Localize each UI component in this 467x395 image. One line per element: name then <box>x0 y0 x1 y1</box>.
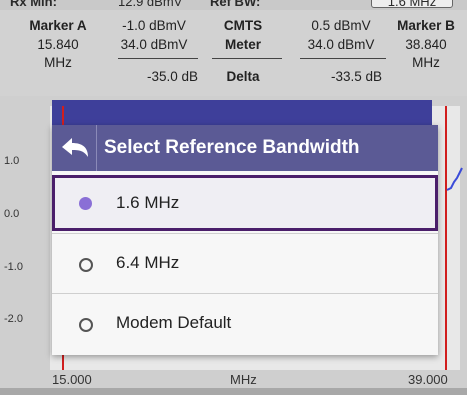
marker-a-title: Marker A <box>29 18 87 33</box>
meter-header: Meter <box>224 37 261 52</box>
divider <box>300 58 386 59</box>
reference-bandwidth-dialog: Select Reference Bandwidth 1.6 MHz 6.4 M… <box>52 125 438 355</box>
option-6-4-mhz[interactable]: 6.4 MHz <box>52 235 438 293</box>
marker-b-delta-value: -33.5 dB <box>330 69 382 84</box>
option-label: 6.4 MHz <box>116 253 180 272</box>
ref-bw-value-box[interactable]: 1.6 MHz <box>371 0 453 9</box>
bottom-toolbar[interactable] <box>0 388 467 395</box>
marker-b-freq: 38.840 <box>405 37 447 52</box>
trace-line <box>446 167 463 191</box>
marker-a-unit: MHz <box>44 55 72 70</box>
marker-b-cmts-value: 0.5 dBmV <box>311 18 371 33</box>
ref-bw-label: Ref BW: <box>210 0 261 9</box>
marker-a-freq: 15.840 <box>37 37 79 52</box>
marker-info-panel: Marker A 15.840 MHz -1.0 dBmV 34.0 dBmV … <box>0 10 467 96</box>
option-label: Modem Default <box>116 313 232 332</box>
radio-unselected-icon[interactable] <box>79 318 93 332</box>
option-modem-default[interactable]: Modem Default <box>52 295 438 353</box>
ref-bw-value: 1.6 MHz <box>387 0 437 9</box>
marker-b-line[interactable] <box>445 106 447 370</box>
divider <box>118 58 198 59</box>
delta-header: Delta <box>226 69 260 84</box>
radio-unselected-icon[interactable] <box>79 258 93 272</box>
option-1-6-mhz[interactable]: 1.6 MHz <box>52 175 438 231</box>
radio-selected-icon[interactable] <box>79 197 92 210</box>
marker-a-delta-value: -35.0 dB <box>146 69 198 84</box>
y-tick-label: 1.0 <box>4 155 20 167</box>
y-tick-label: -2.0 <box>4 313 23 325</box>
x-end-label: 39.000 <box>408 372 448 387</box>
marker-a-meter-value: 34.0 dBmV <box>120 37 188 52</box>
marker-b-meter-value: 34.0 dBmV <box>307 37 375 52</box>
dialog-title: Select Reference Bandwidth <box>104 137 360 158</box>
rx-min-value: 12.9 dBmV <box>118 0 183 9</box>
back-button[interactable] <box>52 125 97 171</box>
top-partial-row: Rx Min: 12.9 dBmV Ref BW: 1.6 MHz <box>0 0 467 10</box>
divider <box>52 293 438 294</box>
cmts-header: CMTS <box>223 18 263 33</box>
marker-b-title: Marker B <box>397 18 455 33</box>
rx-min-label: Rx Min: <box>10 0 57 9</box>
divider <box>52 233 438 234</box>
y-tick-label: -1.0 <box>4 261 23 273</box>
divider <box>212 58 282 59</box>
marker-a-cmts-value: -1.0 dBmV <box>122 18 186 33</box>
x-unit-label: MHz <box>230 372 257 387</box>
y-tick-label: 0.0 <box>4 208 20 220</box>
marker-b-unit: MHz <box>412 55 440 70</box>
x-start-label: 15.000 <box>52 372 92 387</box>
back-arrow-icon <box>62 138 88 157</box>
option-label: 1.6 MHz <box>116 193 180 212</box>
dialog-header: Select Reference Bandwidth <box>52 125 438 171</box>
